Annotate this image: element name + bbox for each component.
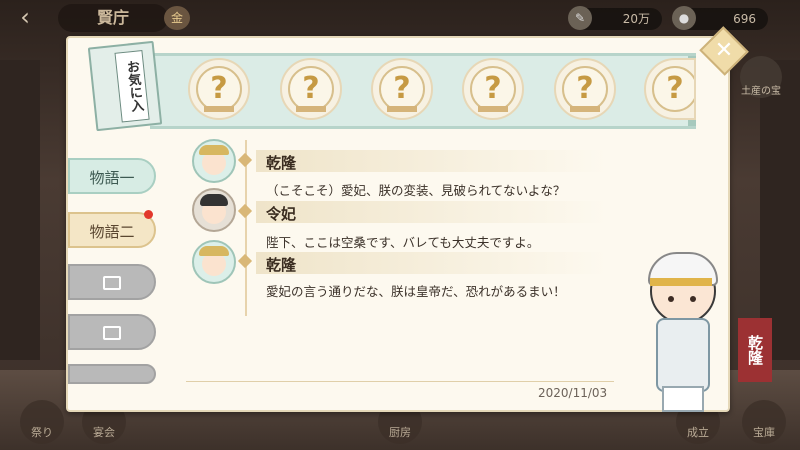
tab-locked[interactable] bbox=[68, 314, 156, 350]
quill-icon: ✎ bbox=[568, 6, 592, 30]
dialogue-line: 陛下、ここは空桑です、バレても大丈夫ですよ。 bbox=[266, 235, 540, 250]
bottom-button-treasury[interactable]: 宝庫 bbox=[742, 400, 786, 444]
story-date: 2020/11/03 bbox=[538, 386, 608, 400]
character-figure[interactable] bbox=[640, 252, 730, 412]
lock-icon bbox=[103, 276, 121, 290]
avatar-hair bbox=[200, 194, 228, 206]
character-eye bbox=[690, 296, 696, 302]
back-arrow-icon[interactable]: ‹ bbox=[6, 4, 44, 30]
location-title: 賢庁 bbox=[58, 4, 168, 32]
tab-locked[interactable] bbox=[68, 364, 156, 384]
bottom-button-festival[interactable]: 祭り bbox=[20, 400, 64, 444]
close-icon: ✕ bbox=[714, 38, 734, 63]
avatar-qianlong bbox=[192, 139, 236, 183]
character-name-tag: 乾隆 bbox=[738, 318, 772, 382]
souvenir-button[interactable]: 土産の宝 bbox=[740, 56, 782, 98]
character-band bbox=[650, 278, 712, 286]
speaker-bar bbox=[256, 150, 606, 172]
character-legs bbox=[662, 386, 704, 412]
tab-locked[interactable] bbox=[68, 264, 156, 300]
title-badge: 金 bbox=[164, 6, 190, 30]
resource-value: 696 bbox=[733, 12, 756, 26]
avatar-hat bbox=[199, 246, 229, 256]
tab-story-2[interactable]: 物語二 bbox=[68, 212, 156, 248]
slot-ribbon bbox=[478, 106, 508, 112]
avatar-hat bbox=[199, 145, 229, 155]
unknown-icon: ? bbox=[652, 66, 694, 112]
character-eye bbox=[668, 296, 674, 302]
coin-icon: ● bbox=[672, 6, 696, 30]
avatar-qianlong bbox=[192, 240, 236, 284]
slot-ribbon bbox=[204, 106, 234, 112]
lock-icon bbox=[103, 326, 121, 340]
speaker-name: 乾隆 bbox=[266, 154, 297, 172]
favorites-label: お気に入 bbox=[114, 49, 150, 123]
resource-quill[interactable]: ✎ 20万 bbox=[568, 6, 662, 30]
notification-dot bbox=[144, 210, 153, 219]
dialogue-line: 愛妃の言う通りだな、朕は皇帝だ、恐れがあるまい！ bbox=[266, 284, 566, 299]
pillar bbox=[760, 60, 800, 360]
speaker-bar bbox=[256, 201, 606, 223]
pillar bbox=[0, 60, 40, 360]
tab-story-1[interactable]: 物語一 bbox=[68, 158, 156, 194]
speaker-name: 令妃 bbox=[266, 205, 297, 223]
favorites-book-icon: お気に入 bbox=[87, 40, 163, 132]
divider bbox=[186, 381, 614, 382]
slot-ribbon bbox=[570, 106, 600, 112]
resource-value: 20万 bbox=[622, 12, 650, 26]
avatar-lingfei bbox=[192, 188, 236, 232]
slot-ribbon bbox=[296, 106, 326, 112]
slot-ribbon bbox=[387, 106, 417, 112]
character-body bbox=[656, 318, 710, 392]
dialogue-line: （こそこそ）愛妃、朕の変装、見破られてないよな？ bbox=[266, 183, 566, 198]
speaker-bar bbox=[256, 252, 606, 274]
speaker-name: 乾隆 bbox=[266, 256, 297, 274]
